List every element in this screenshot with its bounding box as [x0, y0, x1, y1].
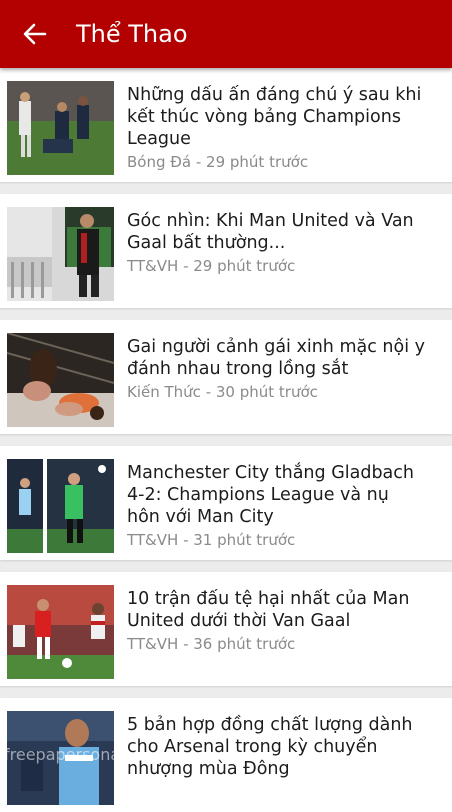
article-item[interactable]: 10 trận đấu tệ hại nhất của Man United d… [0, 572, 452, 686]
meta-separator: - [201, 383, 216, 401]
article-title: Gai người cảnh gái xinh mặc nội y đánh n… [127, 336, 427, 380]
article-time: 36 phút trước [193, 635, 295, 653]
article-time: 30 phút trước [216, 383, 318, 401]
article-title: Manchester City thắng Gladbach 4-2: Cham… [127, 462, 427, 528]
back-button[interactable] [18, 18, 52, 50]
article-source: TT&VH [127, 531, 178, 549]
article-thumbnail [7, 81, 114, 175]
watermark-text: freepapersonal [4, 745, 125, 764]
article-source: Bóng Đá [127, 153, 191, 171]
article-time: 29 phút trước [206, 153, 308, 171]
article-title: Những dấu ấn đáng chú ý sau khi kết thúc… [127, 84, 427, 150]
article-time: 29 phút trước [193, 257, 295, 275]
page-title: Thể Thao [76, 19, 188, 49]
meta-separator: - [191, 153, 206, 171]
article-title: 5 bản hợp đồng chất lượng dành cho Arsen… [127, 714, 427, 780]
article-time: 31 phút trước [193, 531, 295, 549]
article-item[interactable]: Những dấu ấn đáng chú ý sau khi kết thúc… [0, 68, 452, 182]
article-title: Góc nhìn: Khi Man United và Van Gaal bất… [127, 210, 427, 254]
article-source: TT&VH [127, 257, 178, 275]
article-source: Kiến Thức [127, 383, 201, 401]
article-thumbnail [7, 585, 114, 679]
article-meta: Bóng Đá - 29 phút trước [127, 152, 308, 172]
article-thumbnail [7, 333, 114, 427]
article-item[interactable]: Góc nhìn: Khi Man United và Van Gaal bất… [0, 194, 452, 308]
article-meta: TT&VH - 36 phút trước [127, 634, 295, 654]
app-bar: Thể Thao [0, 0, 452, 68]
article-meta: Kiến Thức - 30 phút trước [127, 382, 318, 402]
article-item[interactable]: Manchester City thắng Gladbach 4-2: Cham… [0, 446, 452, 560]
article-source: TT&VH [127, 635, 178, 653]
article-item[interactable]: Gai người cảnh gái xinh mặc nội y đánh n… [0, 320, 452, 434]
article-thumbnail [7, 207, 114, 301]
meta-separator: - [178, 257, 193, 275]
article-meta: TT&VH - 31 phút trước [127, 530, 295, 550]
arrow-left-icon [23, 23, 47, 45]
article-meta: TT&VH - 29 phút trước [127, 256, 295, 276]
article-thumbnail [7, 459, 114, 553]
article-title: 10 trận đấu tệ hại nhất của Man United d… [127, 588, 427, 632]
meta-separator: - [178, 635, 193, 653]
meta-separator: - [178, 531, 193, 549]
